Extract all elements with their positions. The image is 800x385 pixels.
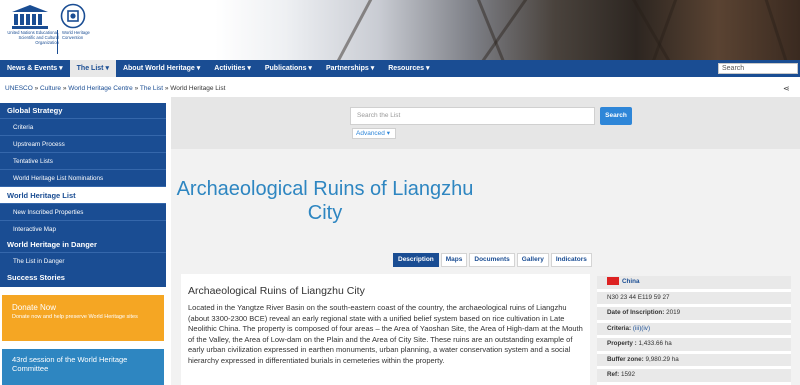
advanced-search-toggle[interactable]: Advanced ▾ [352,128,396,139]
nav-the-list[interactable]: The List ▾ [69,60,116,77]
sidebar-item-tentative[interactable]: Tentative Lists [0,152,166,169]
info-criteria: Criteria: (iii)(iv) [597,322,791,335]
sidebar-in-danger[interactable]: World Heritage in Danger [0,237,166,252]
site-info-panel: China N30 23 44 E119 59 27 Date of Inscr… [597,276,791,385]
nav-partnerships[interactable]: Partnerships ▾ [319,60,381,77]
info-buffer-zone: Buffer zone: 9,980.29 ha [597,353,791,366]
sidebar-item-world-heritage-list[interactable]: World Heritage List [0,186,166,203]
info-ref: Ref: 1592 [597,369,791,382]
description-panel: Archaeological Ruins of Liangzhu City Lo… [181,274,590,385]
list-search-input[interactable]: Search the List [350,107,595,125]
sidebar-item-criteria[interactable]: Criteria [0,118,166,135]
unesco-logo-text: United Nations Educational, Scientific a… [7,30,59,45]
main-nav: News & Events ▾ The List ▾ About World H… [0,60,800,77]
china-flag-icon [607,277,619,286]
nav-news-events[interactable]: News & Events ▾ [0,60,70,77]
committee-session-text: 43rd session of the World Heritage Commi… [12,355,128,373]
sidebar-item-interactive-map[interactable]: Interactive Map [0,220,166,237]
page: United Nations Educational, Scientific a… [0,0,800,385]
nav-activities[interactable]: Activities ▾ [207,60,258,77]
description-text: Located in the Yangtze River Basin on th… [188,303,583,365]
donate-title: Donate Now [12,303,57,312]
breadcrumb: UNESCO » Culture » World Heritage Centre… [5,85,226,92]
list-search-band: Search the List Search Advanced ▾ [171,97,800,149]
unesco-logo-icon[interactable] [8,3,52,31]
breadcrumb-unesco[interactable]: UNESCO [5,85,33,92]
donate-box[interactable]: Donate Now Donate now and help preserve … [2,295,164,341]
criteria-link[interactable]: (iii)(iv) [633,325,650,332]
tab-gallery[interactable]: Gallery [516,253,549,267]
description-heading: Archaeological Ruins of Liangzhu City [188,285,365,297]
share-icon[interactable]: ⋖ [783,84,790,93]
tab-maps[interactable]: Maps [440,253,468,267]
sidebar-item-nominations[interactable]: World Heritage List Nominations [0,169,166,186]
info-date: Date of Inscription: 2019 [597,307,791,320]
site-tabs: Description Maps Documents Gallery Indic… [393,253,594,267]
breadcrumb-whc[interactable]: World Heritage Centre [68,85,133,92]
sidebar-success-stories[interactable]: Success Stories [0,269,166,287]
sidebar-item-new-inscribed[interactable]: New Inscribed Properties [0,203,166,220]
tab-indicators[interactable]: Indicators [550,253,592,267]
info-country: China [597,276,791,289]
sidebar: Global Strategy Criteria Upstream Proces… [0,103,166,385]
site-header: United Nations Educational, Scientific a… [0,0,800,60]
sidebar-item-list-in-danger[interactable]: The List in Danger [0,252,166,269]
info-property: Property : 1,433.66 ha [597,338,791,351]
tab-description[interactable]: Description [393,253,439,267]
donate-text: Donate now and help preserve World Herit… [12,314,138,320]
nav-publications[interactable]: Publications ▾ [258,60,319,77]
nav-about[interactable]: About World Heritage ▾ [116,60,207,77]
sidebar-item-upstream[interactable]: Upstream Process [0,135,166,152]
tab-documents[interactable]: Documents [469,253,515,267]
committee-session-box[interactable]: 43rd session of the World Heritage Commi… [2,349,164,385]
info-coordinates: N30 23 44 E119 59 27 [597,291,791,304]
nav-resources[interactable]: Resources ▾ [381,60,436,77]
world-heritage-emblem-icon[interactable] [60,3,86,29]
sidebar-global-strategy[interactable]: Global Strategy [0,103,166,118]
logo-divider [57,30,58,54]
list-search-button[interactable]: Search [600,107,632,125]
page-title: Archaeological Ruins of Liangzhu City [176,178,474,224]
breadcrumb-current: World Heritage List [170,85,226,92]
header-photo [215,0,800,60]
breadcrumb-culture[interactable]: Culture [40,85,61,92]
site-search-input[interactable]: Search [718,63,798,74]
right-gutter [791,276,800,385]
breadcrumb-the-list[interactable]: The List [140,85,163,92]
world-heritage-logo-text: World Heritage Convention [62,30,90,40]
country-link[interactable]: China [622,278,640,285]
